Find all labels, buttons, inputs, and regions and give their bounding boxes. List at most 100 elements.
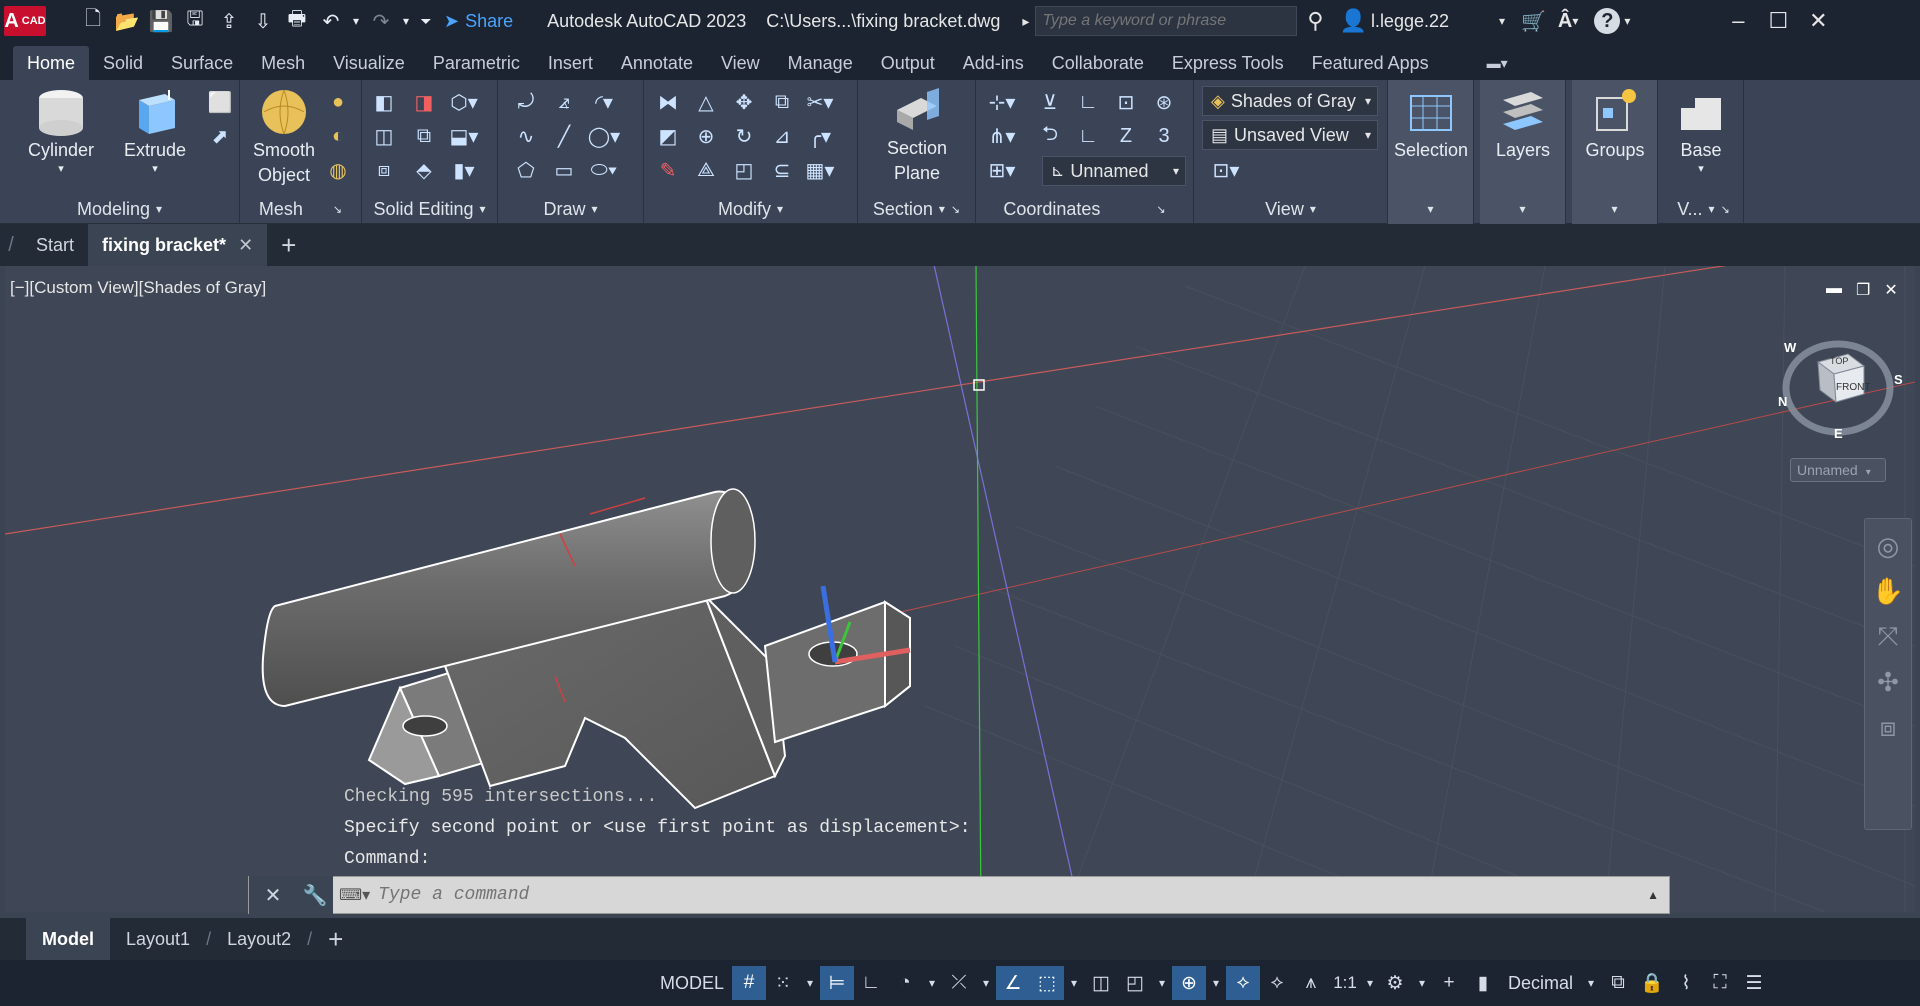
groups-button[interactable]: Groups <box>1572 86 1658 163</box>
object-snap-tracking-icon[interactable]: ∠ <box>996 966 1031 1000</box>
rotate-icon[interactable]: ↻ <box>730 122 758 150</box>
base-button[interactable]: Base ▾ <box>1664 86 1738 175</box>
annotation-scale-value[interactable]: 1:1 <box>1328 966 1362 1000</box>
annotation-visibility-icon[interactable]: ⟡ <box>1226 966 1261 1000</box>
rectangle-icon[interactable]: ▭ <box>550 156 578 184</box>
quick-properties-icon[interactable]: ⧉ <box>1601 966 1635 1000</box>
pan-icon[interactable]: ✋ <box>1872 576 1904 607</box>
command-customize-icon[interactable]: 🔧 <box>297 876 333 914</box>
thicken-icon[interactable]: ⬘ <box>410 156 438 184</box>
dynamic-ucs-icon[interactable]: ◰ <box>1118 966 1152 1000</box>
polyline-icon[interactable]: ⤾ <box>512 88 540 116</box>
showmotion-icon[interactable]: ⧈ <box>1880 712 1897 744</box>
box-tool-icon[interactable]: ⬜ <box>206 88 234 116</box>
clean-screen-icon[interactable]: ⛶ <box>1703 966 1737 1000</box>
ucs-menu[interactable]: Unnamed ▾ <box>1790 458 1886 482</box>
viewport-minimize-icon[interactable]: ▬ <box>1826 280 1842 300</box>
union-icon[interactable]: ◧ <box>370 88 398 116</box>
units-value[interactable]: Decimal <box>1500 966 1581 1000</box>
trim-icon[interactable]: ✂▾ <box>806 88 834 116</box>
autocad-logo-icon[interactable]: A CAD <box>4 6 46 36</box>
ucs-origin-icon[interactable]: ∟ <box>1074 122 1102 150</box>
save-to-web-icon[interactable]: ⇩ <box>246 4 280 38</box>
tab-output[interactable]: Output <box>867 46 949 80</box>
intersect-icon[interactable]: ◫ <box>370 122 398 150</box>
help-icon[interactable]: ? <box>1594 8 1621 34</box>
tab-model[interactable]: Model <box>26 918 110 960</box>
model-space-toggle[interactable]: MODEL <box>652 966 732 1000</box>
graphics-performance-icon[interactable]: ⌇ <box>1669 966 1703 1000</box>
infer-constraints-icon[interactable]: ⊨ <box>820 966 855 1000</box>
visual-style-dropdown[interactable]: ◈ Shades of Gray ▾ <box>1202 86 1378 116</box>
new-tab-button[interactable]: + <box>267 224 310 266</box>
lock-ui-icon[interactable]: 🔒 <box>1635 966 1669 1000</box>
osnap-dropdown-icon[interactable]: ▾ <box>1064 966 1084 1000</box>
workspace-gear-icon[interactable]: ⚙ <box>1378 966 1412 1000</box>
orbit-icon[interactable]: ✣ <box>1877 667 1899 698</box>
ellipse-icon[interactable]: ⬭▾ <box>590 156 618 184</box>
tab-start[interactable]: Start <box>22 224 88 266</box>
tab-home[interactable]: Home <box>13 46 90 80</box>
tab-add-ins[interactable]: Add-ins <box>949 46 1038 80</box>
plot-icon[interactable]: 🖶 <box>280 4 314 38</box>
tab-surface[interactable]: Surface <box>157 46 247 80</box>
ucs-previous-icon[interactable]: ⮌ <box>1036 122 1064 150</box>
user-icon[interactable]: 👤 <box>1340 8 1367 34</box>
customize-qat-icon[interactable]: ⏷ <box>414 4 438 38</box>
array-icon[interactable]: ▦▾ <box>806 156 835 184</box>
panel-selection[interactable]: Selection ▾ <box>1388 80 1474 224</box>
selection-filter-dropdown-icon[interactable]: ▾ <box>1152 966 1172 1000</box>
fixing-bracket-model[interactable] <box>261 488 911 810</box>
polar-tracking-icon[interactable]: ◔ <box>888 966 922 1000</box>
help-dropdown-icon[interactable]: ▾ <box>1624 14 1630 28</box>
snap-mode-icon[interactable]: ⁙ <box>766 966 800 1000</box>
annotation-scale-icon[interactable]: ⩚ <box>1294 966 1328 1000</box>
helix-icon[interactable]: ⦨ <box>550 88 578 116</box>
3d-rotate-icon[interactable]: ⊕ <box>692 122 720 150</box>
modify-panel-label[interactable]: Modify ▾ <box>644 194 857 224</box>
compass-west[interactable]: W <box>1784 340 1796 355</box>
3d-align-icon[interactable]: ◩ <box>654 122 682 150</box>
ortho-icon[interactable]: ∟ <box>854 966 888 1000</box>
ucs-z-icon[interactable]: ⊡ <box>1112 88 1140 116</box>
workspace-dropdown-icon[interactable]: ▾ <box>1412 966 1432 1000</box>
redo-icon[interactable]: ↷ <box>364 4 398 38</box>
move-icon[interactable]: ✥ <box>730 88 758 116</box>
panel-groups[interactable]: Groups ▾ <box>1572 80 1658 224</box>
grid-icon[interactable]: # <box>732 966 767 1000</box>
tab-collaborate[interactable]: Collaborate <box>1038 46 1158 80</box>
draw-panel-label[interactable]: Draw ▾ <box>498 194 643 224</box>
arc-icon[interactable]: ◜▾ <box>590 88 618 116</box>
section-panel-label[interactable]: Section ▾ ↘ <box>858 194 975 224</box>
minimize-icon[interactable]: – <box>1718 8 1758 34</box>
new-layout-button[interactable]: + <box>312 918 359 960</box>
search-input[interactable] <box>1035 6 1298 36</box>
autodesk-a360-icon[interactable]: Â <box>1558 10 1572 33</box>
section-plane-button[interactable]: Section Plane <box>872 86 962 186</box>
iso-dropdown-icon[interactable]: ▾ <box>976 966 996 1000</box>
base-dropdown-icon[interactable]: ▾ <box>1698 163 1704 175</box>
tab-insert[interactable]: Insert <box>534 46 607 80</box>
viewport-restore-icon[interactable]: ❐ <box>1856 280 1870 300</box>
ucs-icon-properties-icon[interactable]: ⊛ <box>1150 88 1178 116</box>
compass-south[interactable]: S <box>1894 372 1903 387</box>
redo-dropdown-icon[interactable]: ▾ <box>398 4 414 38</box>
close-icon[interactable]: ✕ <box>1798 8 1838 34</box>
recent-commands-icon[interactable]: ⌨▾ <box>339 885 370 905</box>
customization-menu-icon[interactable]: ☰ <box>1737 966 1771 1000</box>
ucs-named-dropdown[interactable]: ⊾ Unnamed ▾ <box>1042 156 1186 186</box>
gizmo-icon[interactable]: ⊕ <box>1172 966 1207 1000</box>
command-close-icon[interactable]: ✕ <box>249 876 297 914</box>
undo-dropdown-icon[interactable]: ▾ <box>348 4 364 38</box>
compass-east[interactable]: E <box>1834 426 1843 441</box>
extrude-dropdown-icon[interactable]: ▾ <box>152 163 158 175</box>
search-icon[interactable]: ⚲ <box>1307 8 1323 34</box>
share-button[interactable]: ➤ Share <box>444 11 513 32</box>
3d-mirror-icon[interactable]: △ <box>692 88 720 116</box>
extract-edges-icon[interactable]: ⬡▾ <box>450 88 478 116</box>
tab-fixing-bracket[interactable]: fixing bracket* ✕ <box>88 224 268 266</box>
subtract-icon[interactable]: ◨ <box>410 88 438 116</box>
3d-scale-icon[interactable]: ⟁ <box>692 156 720 184</box>
erase-icon[interactable]: ✎ <box>654 156 682 184</box>
command-input[interactable] <box>378 885 1619 905</box>
